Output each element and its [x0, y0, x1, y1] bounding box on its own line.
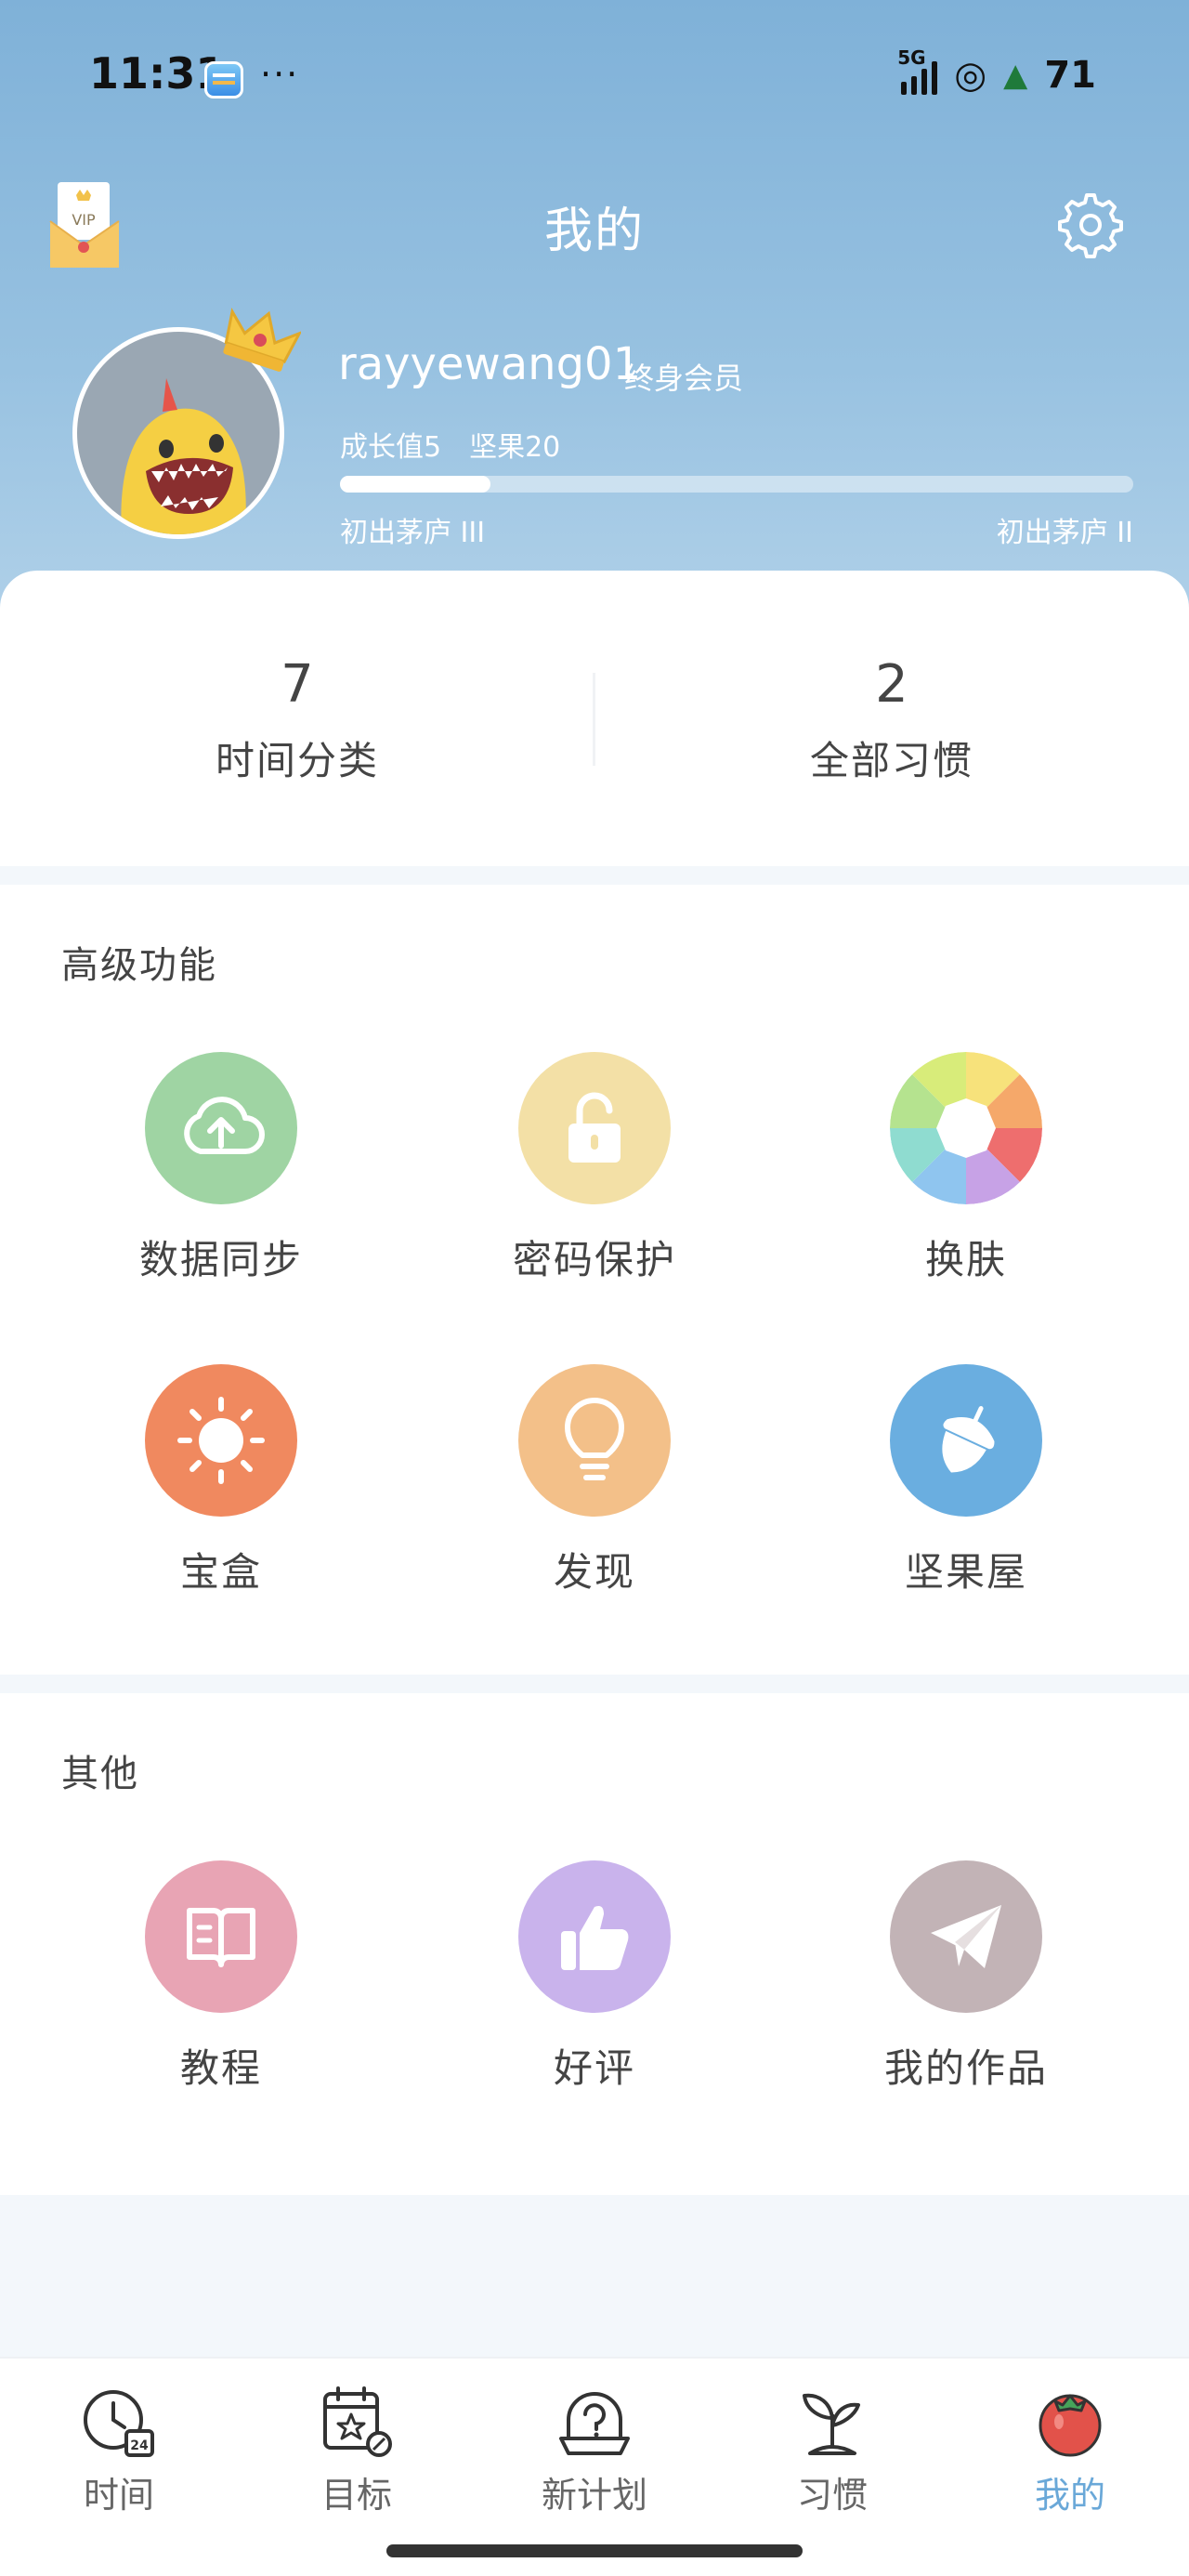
clock-calendar-icon: 24: [84, 2390, 154, 2457]
book-icon: [145, 1860, 297, 2013]
time-category-counter[interactable]: 7 时间分类: [0, 654, 594, 786]
cellular-signal-icon: 5G: [897, 46, 938, 95]
data-sync-button[interactable]: 数据同步: [35, 1052, 407, 1285]
section-title: 其他: [61, 1753, 139, 1795]
crown-icon: [223, 308, 301, 372]
nav-label: 新计划: [541, 2475, 647, 2516]
palette-aperture-icon: [890, 1052, 1042, 1204]
tile-label: 密码保护: [512, 1237, 676, 1282]
tutorial-button[interactable]: 教程: [35, 1860, 407, 2094]
nav-label: 时间: [83, 2475, 154, 2516]
home-indicator[interactable]: [386, 2544, 803, 2557]
current-level: 初出茅庐 III: [340, 517, 486, 549]
wifi-icon: ◎: [954, 54, 987, 97]
thumbs-up-icon: [518, 1860, 671, 2013]
counter-value: 7: [281, 654, 314, 715]
tile-label: 换肤: [924, 1237, 1007, 1282]
level-progress-fill: [340, 476, 491, 493]
tile-label: 宝盒: [179, 1549, 262, 1595]
cloud-upload-icon: [145, 1052, 297, 1204]
level-progress-bar: [340, 476, 1133, 493]
skin-change-button[interactable]: 换肤: [780, 1052, 1152, 1285]
status-indicators: 5G ◎ ▲ 71: [897, 46, 1096, 99]
counter-value: 2: [875, 654, 908, 715]
sprout-icon: [803, 2393, 860, 2455]
page-title: 我的: [543, 204, 645, 259]
membership-badge: 终身会员: [624, 361, 744, 396]
settings-gear-icon[interactable]: [1057, 191, 1124, 258]
tile-label: 教程: [179, 2045, 262, 2091]
network-type-label: 5G: [897, 46, 926, 69]
nav-label: 我的: [1034, 2475, 1105, 2516]
tile-label: 发现: [553, 1549, 635, 1595]
nav-tab-habit[interactable]: 习惯: [739, 2383, 925, 2517]
section-title: 高级功能: [61, 944, 217, 987]
growth-value: 成长值5: [340, 431, 442, 464]
app-notification-icon: [204, 61, 243, 99]
tile-label: 好评: [553, 2045, 635, 2091]
my-works-button[interactable]: 我的作品: [780, 1860, 1152, 2094]
others-section: 其他 教程 好评 我的作品: [0, 1693, 1189, 2195]
lightbulb-icon: [518, 1364, 671, 1517]
svg-text:24: 24: [130, 2438, 149, 2453]
tile-label: 坚果屋: [904, 1549, 1027, 1595]
status-bar: 11:31 ··· 5G ◎ ▲ 71: [0, 0, 1189, 158]
nav-tab-new-plan[interactable]: 新计划: [502, 2383, 687, 2517]
nav-label: 习惯: [796, 2475, 868, 2516]
counter-label: 时间分类: [215, 738, 379, 783]
nut-house-button[interactable]: 坚果屋: [780, 1364, 1152, 1597]
tree-icon: ▲: [1003, 57, 1028, 94]
profile-stats: 成长值5 坚果20: [340, 424, 560, 465]
rate-app-button[interactable]: 好评: [409, 1860, 780, 2094]
bottom-navigation: 24 时间 目标 新计划 习惯 我的: [0, 2357, 1189, 2576]
tile-label: 我的作品: [883, 2045, 1048, 2091]
summary-card: 7 时间分类 2 全部习惯: [0, 571, 1189, 866]
discover-button[interactable]: 发现: [409, 1364, 780, 1597]
paper-plane-icon: [890, 1860, 1042, 2013]
nav-tab-time[interactable]: 24 时间: [26, 2383, 212, 2517]
brain-plan-icon: [559, 2392, 630, 2455]
nav-tab-mine[interactable]: 我的: [977, 2383, 1163, 2517]
treasure-box-button[interactable]: 宝盒: [35, 1364, 407, 1597]
acorn-icon: [890, 1364, 1042, 1517]
tomato-icon: [1039, 2394, 1102, 2457]
username: rayyewang01: [338, 338, 642, 390]
calendar-star-icon: [323, 2386, 392, 2457]
sun-icon: [145, 1364, 297, 1517]
password-protection-button[interactable]: 密码保护: [409, 1052, 780, 1285]
nav-tab-goal[interactable]: 目标: [264, 2383, 450, 2517]
next-level: 初出茅庐 II: [996, 517, 1133, 549]
counter-label: 全部习惯: [809, 738, 973, 783]
nav-label: 目标: [320, 2475, 392, 2516]
advanced-features-section: 高级功能 数据同步 密码保护 换肤 宝盒 发现 坚果屋: [0, 885, 1189, 1675]
unlock-icon: [518, 1052, 671, 1204]
habit-counter[interactable]: 2 全部习惯: [594, 654, 1189, 786]
tile-label: 数据同步: [138, 1237, 303, 1282]
battery-level: 71: [1044, 54, 1096, 97]
nuts-value: 坚果20: [469, 431, 561, 464]
more-notifications-icon: ···: [260, 54, 300, 95]
